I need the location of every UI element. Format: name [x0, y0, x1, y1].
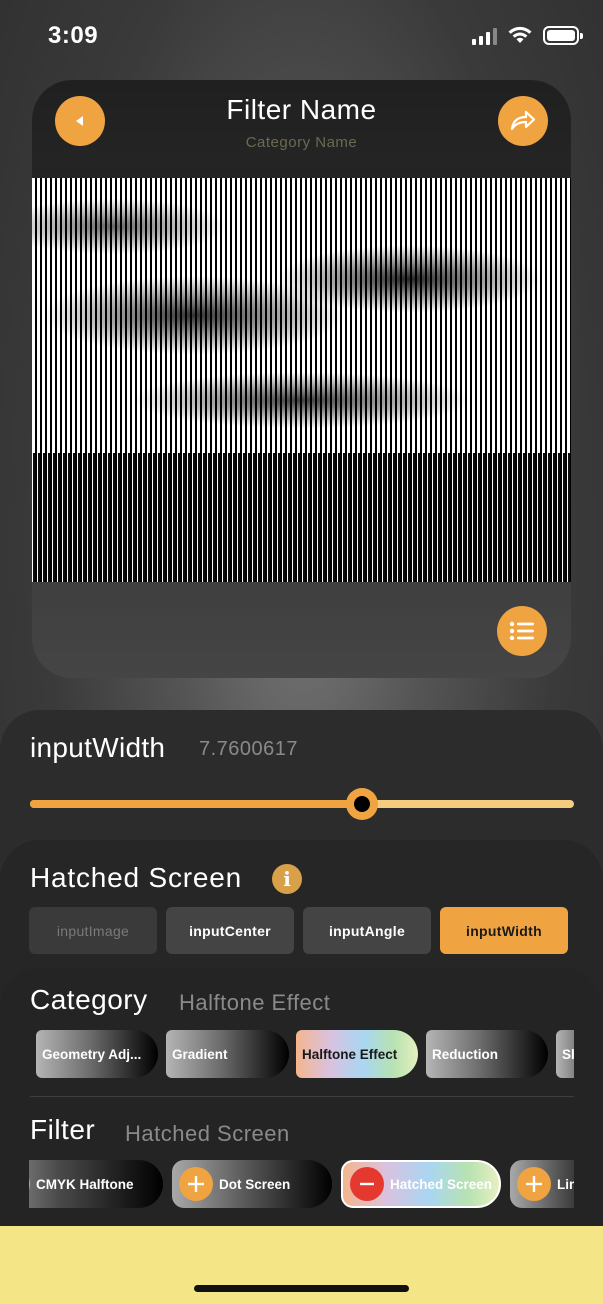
info-icon[interactable]: i — [272, 864, 302, 894]
tab-input-center[interactable]: inputCenter — [166, 907, 294, 954]
category-subtitle: Category Name — [245, 134, 358, 151]
category-chip-geometry[interactable]: Geometry Adj... — [36, 1030, 158, 1078]
filter-chip-partial[interactable]: Lin — [510, 1160, 574, 1208]
add-icon — [29, 1167, 30, 1201]
current-category: Halftone Effect — [179, 990, 331, 1015]
filter-chip-dot-screen[interactable]: Dot Screen — [172, 1160, 332, 1208]
filter-label: Filter — [30, 1114, 96, 1145]
share-button[interactable] — [498, 96, 548, 146]
filter-chip-label: Lin — [557, 1176, 574, 1192]
filter-chip-label: Hatched Screen — [390, 1176, 493, 1192]
filter-title: Filter Name — [226, 94, 377, 125]
filter-chip-label: Dot Screen — [219, 1176, 291, 1192]
parameter-value: 7.7600617 — [199, 738, 299, 760]
share-arrow-icon — [510, 110, 536, 131]
wifi-icon — [508, 26, 532, 43]
filter-chip-cmyk-halftone[interactable]: CMYK Halftone — [29, 1160, 163, 1208]
add-icon — [517, 1167, 551, 1201]
tab-input-angle[interactable]: inputAngle — [303, 907, 431, 954]
browse-panel: Category Halftone Effect Geometry Adj...… — [0, 968, 603, 1258]
input-tabs: inputImage inputCenter inputAngle inputW… — [29, 907, 568, 954]
category-label: Category — [30, 984, 148, 1015]
slider-thumb[interactable] — [345, 788, 378, 820]
bottom-bar — [0, 1226, 603, 1304]
parameter-name: inputWidth — [30, 732, 166, 763]
cellular-signal-icon — [472, 27, 497, 45]
category-chip-reduction[interactable]: Reduction — [426, 1030, 548, 1078]
status-time: 3:09 — [48, 22, 99, 49]
section-divider — [30, 1096, 574, 1097]
category-chip-row[interactable]: Geometry Adj... Gradient Halftone Effect… — [36, 1030, 574, 1080]
status-bar: 3:09 — [0, 0, 603, 70]
menu-button[interactable] — [497, 606, 547, 656]
current-filter: Hatched Screen — [125, 1121, 290, 1146]
filter-chip-label: CMYK Halftone — [36, 1176, 134, 1192]
slider-fill — [30, 800, 362, 808]
list-icon — [509, 621, 534, 641]
filtered-preview-image[interactable] — [32, 178, 571, 582]
battery-icon — [543, 26, 583, 45]
filter-chip-row[interactable]: CMYK Halftone Dot Screen Hatched Screen … — [29, 1160, 574, 1210]
remove-icon — [350, 1167, 384, 1201]
tab-input-image[interactable]: inputImage — [29, 907, 157, 954]
add-icon — [179, 1167, 213, 1201]
status-icons — [472, 26, 583, 45]
tab-input-width[interactable]: inputWidth — [440, 907, 568, 954]
current-filter-name: Hatched Screen — [30, 862, 242, 893]
parameter-slider[interactable] — [30, 788, 574, 820]
category-chip-halftone[interactable]: Halftone Effect — [296, 1030, 418, 1078]
category-chip-gradient[interactable]: Gradient — [166, 1030, 289, 1078]
home-indicator[interactable] — [194, 1285, 409, 1292]
preview-card: Filter Name Category Name — [32, 80, 571, 678]
category-chip-partial[interactable]: Sh — [556, 1030, 574, 1078]
filter-chip-hatched-screen[interactable]: Hatched Screen — [341, 1160, 501, 1208]
